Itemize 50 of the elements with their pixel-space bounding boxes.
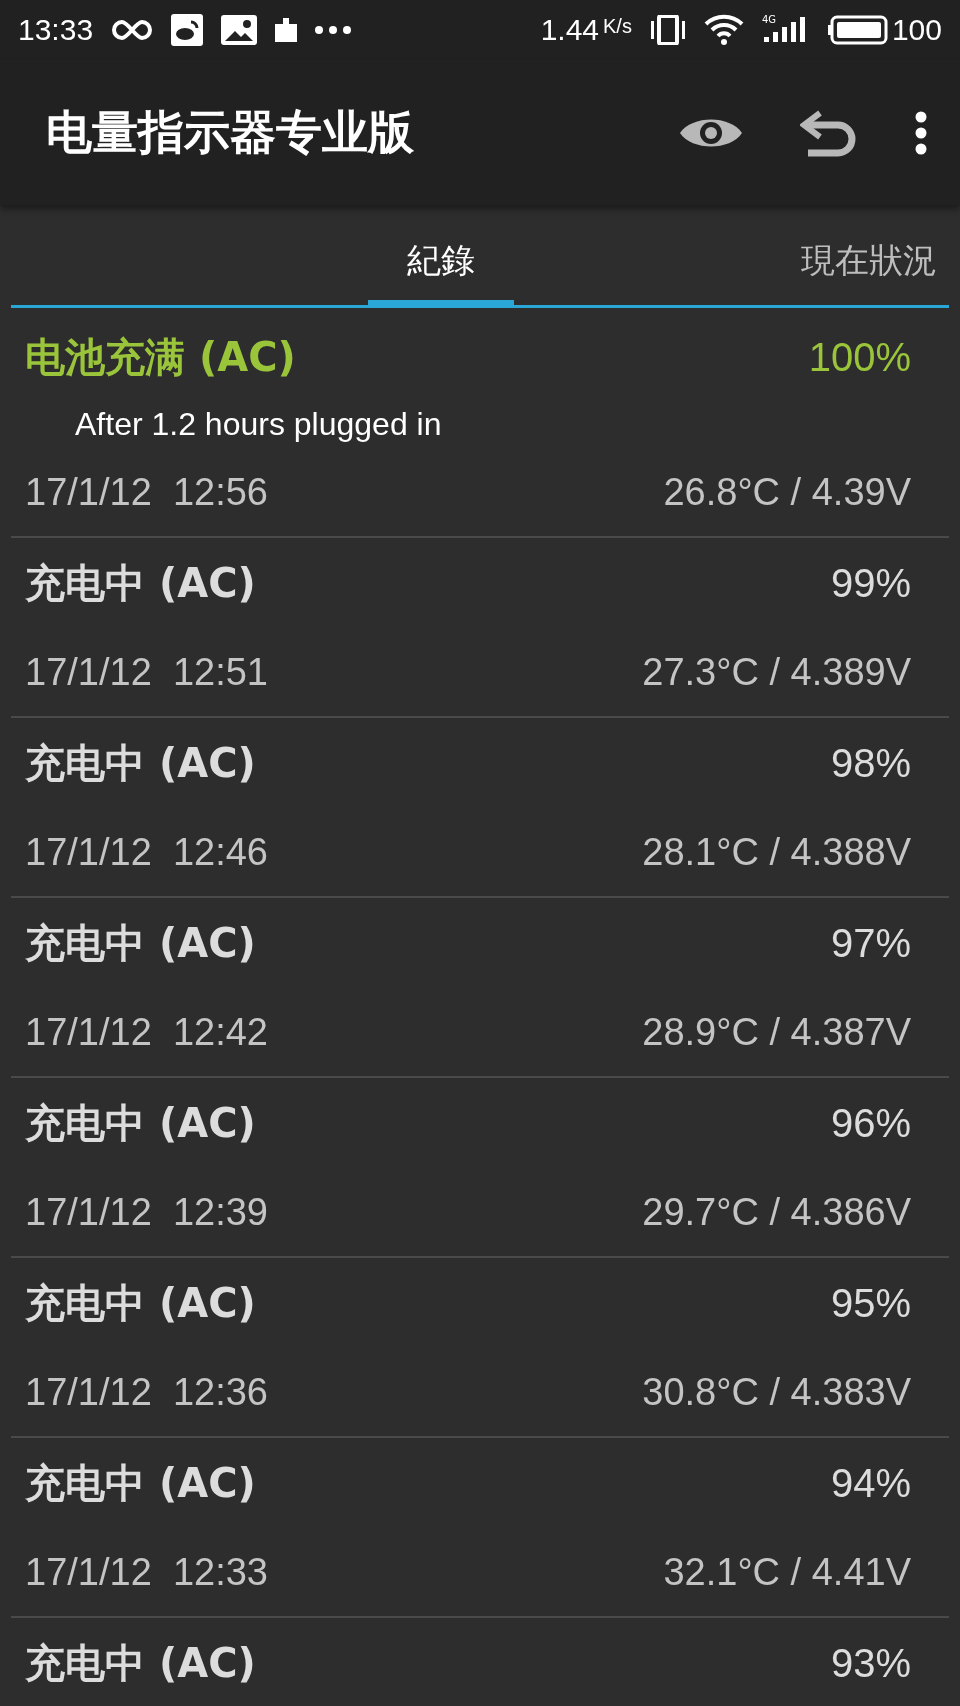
- timestamp: 17/1/12 12:39: [25, 1190, 268, 1234]
- battery-level: 95%: [830, 1280, 911, 1326]
- speed-unit: K/s: [603, 14, 632, 38]
- infinity-icon: [111, 19, 154, 41]
- charge-note: After 1.2 hours plugged in: [74, 405, 442, 443]
- timestamp: 17/1/12 12:51: [25, 650, 268, 694]
- charge-status: 充电中 (AC): [25, 1458, 256, 1508]
- vibrate-icon: [649, 15, 686, 45]
- bag-icon: [275, 16, 298, 44]
- battery-level: 97%: [830, 920, 911, 966]
- charge-status: 充电中 (AC): [25, 1278, 256, 1328]
- network-speed: 1.44: [540, 13, 600, 47]
- temperature-voltage: 29.7°C / 4.386V: [642, 1190, 911, 1234]
- charge-status: 充电中 (AC): [25, 918, 256, 968]
- tab[interactable]: 紀錄: [368, 238, 514, 308]
- temperature-voltage: 30.8°C / 4.383V: [642, 1370, 911, 1414]
- network-type: 4G: [761, 14, 777, 25]
- app-title: 电量指示器专业版: [46, 103, 415, 161]
- charge-status: 充电中 (AC): [25, 738, 256, 788]
- tab[interactable]: 現在狀況: [801, 238, 937, 308]
- battery-level: 94%: [830, 1460, 911, 1506]
- temperature-voltage: 27.3°C / 4.389V: [642, 650, 911, 694]
- timestamp: 17/1/12 12:42: [25, 1010, 268, 1054]
- charge-status: 充电中 (AC): [25, 1098, 256, 1148]
- signal-icon: [763, 17, 805, 42]
- undo-icon[interactable]: [800, 108, 858, 157]
- battery-level: 98%: [830, 740, 911, 786]
- charge-status: 充电中 (AC): [25, 1638, 256, 1688]
- more-notifications-icon: [315, 26, 352, 34]
- timestamp: 17/1/12 12:46: [25, 830, 268, 874]
- more-menu-icon[interactable]: [914, 110, 928, 155]
- timestamp: 17/1/12 12:56: [25, 470, 268, 514]
- battery-level: 93%: [830, 1640, 911, 1686]
- battery-level: 100%: [808, 334, 911, 380]
- temperature-voltage: 28.9°C / 4.387V: [642, 1010, 911, 1054]
- charge-status: 电池充满 (AC): [25, 332, 296, 382]
- battery-icon: [827, 15, 888, 45]
- battery-level: 99%: [830, 560, 911, 606]
- image-icon: [221, 15, 258, 45]
- notification-icon: [171, 14, 204, 46]
- battery-percent: 100: [891, 13, 942, 47]
- timestamp: 17/1/12 12:33: [25, 1550, 268, 1594]
- temperature-voltage: 26.8°C / 4.39V: [663, 470, 911, 514]
- battery-level: 96%: [830, 1100, 911, 1146]
- timestamp: 17/1/12 12:36: [25, 1370, 268, 1414]
- clock: 13:33: [18, 13, 94, 47]
- charge-status: 充电中 (AC): [25, 558, 256, 608]
- temperature-voltage: 28.1°C / 4.388V: [642, 830, 911, 874]
- temperature-voltage: 32.1°C / 4.41V: [663, 1550, 911, 1594]
- wifi-icon: [703, 14, 744, 46]
